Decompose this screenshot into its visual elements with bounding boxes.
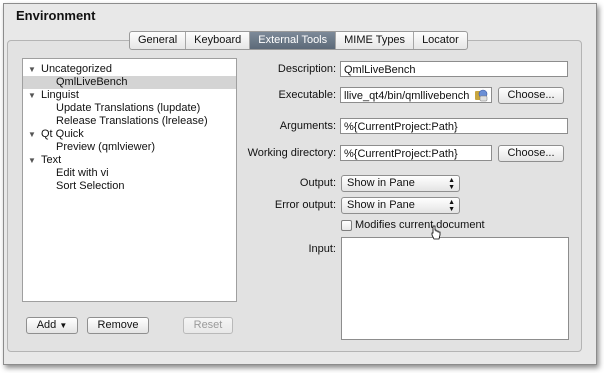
modifies-document-checkbox[interactable] <box>341 220 352 231</box>
output-select-value: Show in Pane <box>347 177 415 189</box>
window-title: Environment <box>16 8 96 23</box>
executable-value: llive_qt4/bin/qmllivebench <box>344 90 470 102</box>
remove-button[interactable]: Remove <box>87 317 149 334</box>
output-select[interactable]: Show in Pane ▲ ▼ <box>341 175 460 192</box>
tab-locator[interactable]: Locator <box>414 32 467 49</box>
application-icon <box>475 89 488 102</box>
browse-working-directory-button[interactable]: Choose... <box>498 145 564 162</box>
description-label: Description: <box>277 63 336 75</box>
tree-item-sort-selection[interactable]: Sort Selection <box>23 180 236 193</box>
updown-arrows-icon: ▲ ▼ <box>448 199 455 213</box>
tree-item-label: Preview (qmlviewer) <box>56 141 156 153</box>
dropdown-arrow-icon: ▼ <box>59 321 68 330</box>
working-directory-label: Working directory: <box>247 147 336 159</box>
error-output-select-value: Show in Pane <box>347 199 415 211</box>
output-label: Output: <box>299 177 336 189</box>
tree-category-label: Linguist <box>41 89 79 101</box>
modifies-document-label[interactable]: Modifies current document <box>355 219 485 231</box>
tree-item-update-translations[interactable]: Update Translations (lupdate) <box>23 102 236 115</box>
tree-item-label: Update Translations (lupdate) <box>56 102 201 114</box>
tree-category-label: Qt Quick <box>41 128 84 140</box>
working-directory-field[interactable]: %{CurrentProject:Path} <box>340 145 492 161</box>
arguments-label: Arguments: <box>279 120 336 132</box>
tab-bar: General Keyboard External Tools MIME Typ… <box>129 31 468 50</box>
tab-mime-types[interactable]: MIME Types <box>336 32 415 49</box>
reset-button[interactable]: Reset <box>183 317 233 334</box>
tree-category-qt-quick[interactable]: ▼ Qt Quick <box>23 128 236 141</box>
mouse-pointer-icon <box>431 225 441 240</box>
tree-item-label: QmlLiveBench <box>56 76 128 88</box>
input-textarea[interactable] <box>341 237 569 340</box>
tree-category-linguist[interactable]: ▼ Linguist <box>23 89 236 102</box>
tree-item-label: Release Translations (lrelease) <box>56 115 208 127</box>
tree-item-label: Sort Selection <box>56 180 125 192</box>
tools-tree[interactable]: ▼ Uncategorized QmlLiveBench ▼ Linguist … <box>22 58 237 302</box>
tree-item-release-translations[interactable]: Release Translations (lrelease) <box>23 115 236 128</box>
tree-category-label: Uncategorized <box>41 63 112 75</box>
arguments-field[interactable]: %{CurrentProject:Path} <box>340 118 568 134</box>
description-field[interactable]: QmlLiveBench <box>340 61 568 77</box>
tree-item-edit-with-vi[interactable]: Edit with vi <box>23 167 236 180</box>
tab-general[interactable]: General <box>130 32 187 49</box>
expand-triangle-icon[interactable]: ▼ <box>28 154 36 167</box>
input-label: Input: <box>308 243 336 255</box>
tree-category-uncategorized[interactable]: ▼ Uncategorized <box>23 63 236 76</box>
tree-item-qmllivebench[interactable]: QmlLiveBench <box>23 76 236 89</box>
expand-triangle-icon[interactable]: ▼ <box>28 128 36 141</box>
error-output-select[interactable]: Show in Pane ▲ ▼ <box>341 197 460 214</box>
tree-item-label: Edit with vi <box>56 167 109 179</box>
expand-triangle-icon[interactable]: ▼ <box>28 89 36 102</box>
tab-keyboard[interactable]: Keyboard <box>186 32 251 49</box>
executable-field[interactable]: llive_qt4/bin/qmllivebench <box>340 87 492 103</box>
updown-arrows-icon: ▲ ▼ <box>448 177 455 191</box>
tree-category-label: Text <box>41 154 62 166</box>
browse-executable-button[interactable]: Choose... <box>498 87 564 104</box>
add-button[interactable]: Add ▼ <box>26 317 78 334</box>
error-output-label: Error output: <box>274 199 336 211</box>
expand-triangle-icon[interactable]: ▼ <box>28 63 36 76</box>
tree-category-text[interactable]: ▼ Text <box>23 154 236 167</box>
executable-label: Executable: <box>278 89 336 101</box>
tab-external-tools[interactable]: External Tools <box>250 32 337 49</box>
tree-item-preview-qmlviewer[interactable]: Preview (qmlviewer) <box>23 141 236 154</box>
add-button-label: Add <box>36 319 57 331</box>
